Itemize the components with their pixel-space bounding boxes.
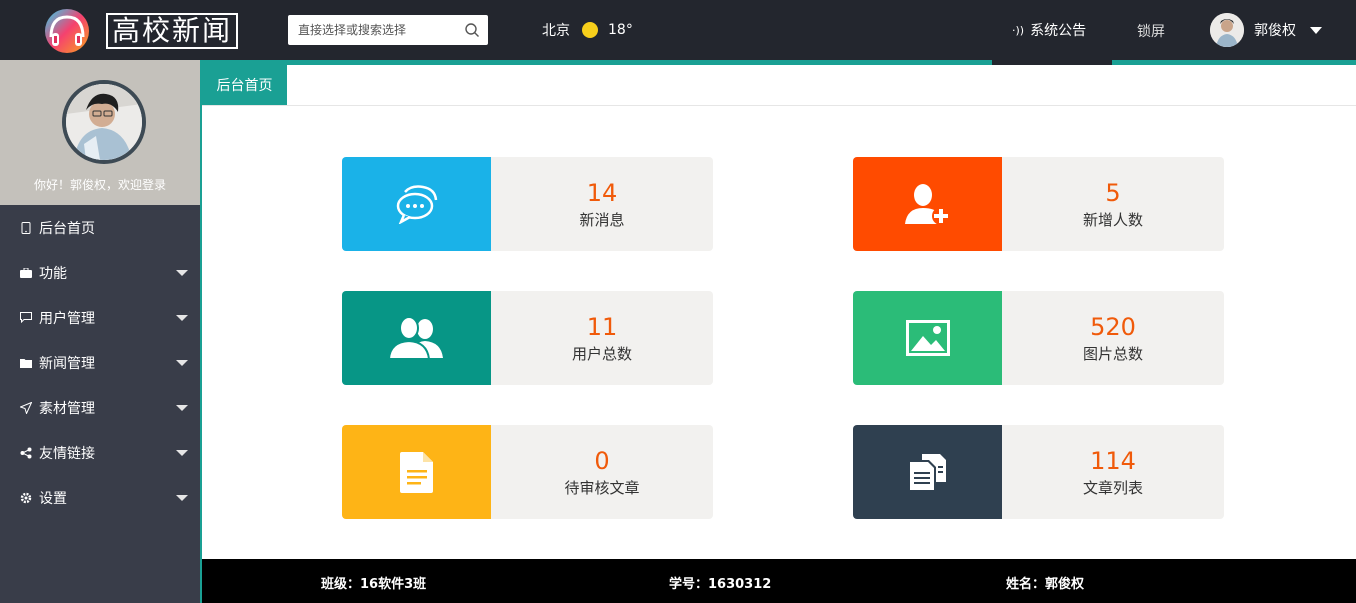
sidebar-item-material-management[interactable]: 素材管理 [0, 385, 200, 430]
sidebar-item-user-management[interactable]: 用户管理 [0, 295, 200, 340]
sidebar-item-label: 功能 [39, 265, 67, 282]
chevron-down-icon [176, 405, 188, 411]
card-icon-box [853, 291, 1002, 385]
profile-avatar[interactable] [62, 80, 146, 164]
broadcast-icon: ·)) [1012, 23, 1025, 37]
card-info: 11 用户总数 [491, 291, 713, 385]
weather-widget: 北京 18° [542, 20, 633, 40]
footer-class: 班级：16软件3班 [321, 577, 427, 592]
sidebar-item-label: 友情链接 [39, 445, 95, 462]
articles-icon [909, 454, 946, 490]
sidebar-item-label: 后台首页 [39, 220, 95, 237]
card-icon-box [853, 157, 1002, 251]
sun-icon [582, 22, 598, 38]
card-info: 5 新增人数 [1002, 157, 1224, 251]
search-input[interactable] [288, 16, 456, 44]
users-icon [388, 316, 443, 360]
chevron-down-icon [176, 360, 188, 366]
stat-label: 图片总数 [1082, 344, 1143, 363]
sidebar-item-label: 新闻管理 [39, 355, 95, 372]
image-icon [905, 320, 950, 356]
headphones-logo-icon [45, 9, 89, 53]
card-icon-box [342, 157, 491, 251]
message-icon [20, 312, 32, 324]
chevron-down-icon [176, 270, 188, 276]
sidebar-item-label: 素材管理 [39, 400, 95, 417]
stat-value: 0 [594, 446, 610, 475]
stat-card-total-users[interactable]: 11 用户总数 [342, 291, 713, 385]
username: 郭俊权 [1254, 23, 1296, 39]
stat-label: 新消息 [579, 210, 625, 229]
chevron-down-icon [176, 315, 188, 321]
chevron-down-icon [1310, 26, 1322, 34]
stat-value: 5 [1105, 178, 1121, 207]
search-box[interactable] [288, 15, 488, 45]
stat-card-new-users[interactable]: 5 新增人数 [853, 157, 1224, 251]
sidebar: 你好！郭俊权，欢迎登录 后台首页 功能 用户管理 新闻管理 素材管理 友情链接 … [0, 60, 200, 603]
card-info: 14 新消息 [491, 157, 713, 251]
chat-bubble-icon [396, 185, 437, 224]
stat-card-new-messages[interactable]: 14 新消息 [342, 157, 713, 251]
add-user-icon [904, 184, 950, 225]
card-icon-box [342, 291, 491, 385]
chevron-down-icon [176, 450, 188, 456]
sidebar-item-home[interactable]: 后台首页 [0, 205, 200, 250]
gear-icon [20, 492, 32, 504]
footer: 班级：16软件3班 学号：1630312 姓名：郭俊权 [202, 559, 1356, 603]
sidebar-item-news-management[interactable]: 新闻管理 [0, 340, 200, 385]
tab-bar: 后台首页 [202, 65, 1356, 106]
tablet-icon [20, 221, 32, 234]
sidebar-item-label: 设置 [39, 490, 67, 507]
footer-student-id: 学号：1630312 [669, 577, 772, 592]
stat-label: 新增人数 [1082, 210, 1143, 229]
sidebar-item-label: 用户管理 [39, 310, 95, 327]
stat-value: 114 [1090, 446, 1136, 475]
sidebar-item-friend-links[interactable]: 友情链接 [0, 430, 200, 475]
folder-icon [20, 357, 32, 369]
card-info: 0 待审核文章 [491, 425, 713, 519]
logo-text: 高校新闻 [106, 13, 239, 49]
stat-value: 11 [586, 312, 618, 341]
stat-label: 待审核文章 [564, 478, 640, 497]
notice-label: 系统公告 [1030, 23, 1087, 39]
stat-label: 文章列表 [1082, 478, 1143, 497]
system-notice-link[interactable]: ·)) 系统公告 [1012, 20, 1086, 40]
profile-panel: 你好！郭俊权，欢迎登录 [0, 60, 200, 205]
share-icon [20, 447, 32, 459]
tab-home[interactable]: 后台首页 [202, 65, 287, 105]
sidebar-item-functions[interactable]: 功能 [0, 250, 200, 295]
stat-value: 14 [586, 178, 618, 207]
stat-card-total-images[interactable]: 520 图片总数 [853, 291, 1224, 385]
card-info: 114 文章列表 [1002, 425, 1224, 519]
top-bar: 高校新闻 北京 18° ·)) 系统公告 锁屏 郭俊权 [0, 0, 1356, 60]
welcome-text: 你好！郭俊权，欢迎登录 [33, 178, 166, 192]
lock-screen-link[interactable]: 锁屏 [1137, 21, 1165, 41]
avatar [1210, 13, 1244, 47]
stat-card-pending-articles[interactable]: 0 待审核文章 [342, 425, 713, 519]
user-menu[interactable]: 郭俊权 [1210, 13, 1322, 47]
stat-card-article-list[interactable]: 114 文章列表 [853, 425, 1224, 519]
document-icon [399, 452, 433, 493]
card-info: 520 图片总数 [1002, 291, 1224, 385]
sidebar-nav: 后台首页 功能 用户管理 新闻管理 素材管理 友情链接 设置 [0, 205, 200, 520]
search-icon[interactable] [464, 22, 480, 38]
chevron-down-icon [176, 495, 188, 501]
footer-name: 姓名：郭俊权 [1006, 577, 1085, 592]
briefcase-icon [20, 267, 32, 279]
card-icon-box [853, 425, 1002, 519]
card-icon-box [342, 425, 491, 519]
logo[interactable]: 高校新闻 [40, 7, 239, 55]
paper-plane-icon [20, 401, 32, 414]
weather-city: 北京 [542, 23, 570, 39]
sidebar-border [200, 60, 202, 603]
weather-temp: 18° [608, 22, 633, 38]
stat-label: 用户总数 [571, 344, 632, 363]
stat-value: 520 [1090, 312, 1136, 341]
sidebar-item-settings[interactable]: 设置 [0, 475, 200, 520]
